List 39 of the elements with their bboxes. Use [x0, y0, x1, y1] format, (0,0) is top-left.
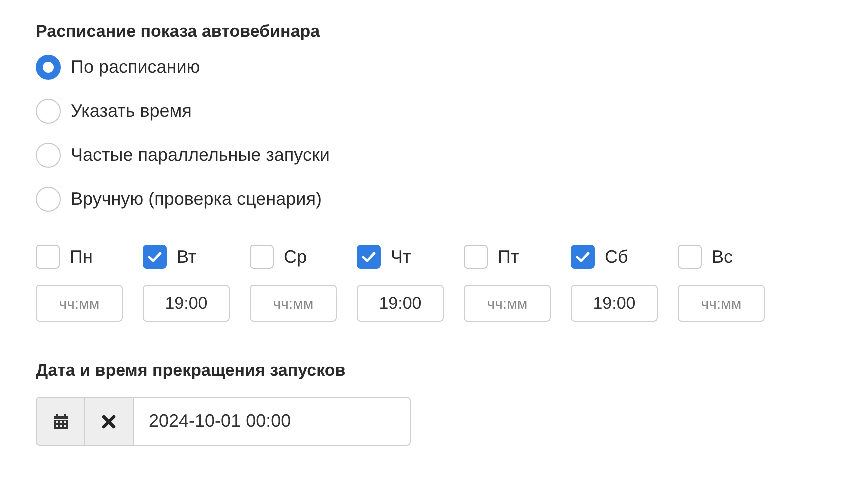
check-icon [576, 252, 590, 262]
option-label[interactable]: Указать время [71, 98, 192, 124]
checkbox[interactable] [464, 245, 488, 269]
radio-button[interactable] [36, 98, 61, 124]
day-label[interactable]: Чт [391, 244, 412, 270]
time-field[interactable]: чч:мм [678, 285, 765, 322]
radio-button[interactable] [36, 142, 61, 168]
day-label[interactable]: Ср [284, 244, 308, 270]
section-title: Дата и время прекращения запусков [36, 360, 346, 382]
radio-button[interactable] [36, 54, 61, 80]
time-field[interactable]: чч:мм [250, 285, 337, 322]
checkbox[interactable] [357, 245, 381, 269]
checkbox[interactable] [678, 245, 702, 269]
close-icon [102, 414, 116, 428]
option-label[interactable]: По расписанию [71, 54, 200, 80]
time-field[interactable]: 19:00 [143, 285, 230, 322]
time-field[interactable]: чч:мм [36, 285, 123, 322]
clear-button[interactable] [85, 397, 133, 446]
day-label[interactable]: Пн [70, 244, 93, 270]
day-label[interactable]: Вт [177, 244, 197, 270]
checkbox[interactable] [571, 245, 595, 269]
checkbox[interactable] [36, 245, 60, 269]
check-icon [148, 252, 162, 262]
calendar-icon [52, 413, 68, 430]
checkbox[interactable] [143, 245, 167, 269]
check-icon [362, 252, 376, 262]
date-time-field[interactable]: 2024-10-01 00:00 [133, 397, 411, 446]
day-label[interactable]: Вс [712, 244, 734, 270]
day-label[interactable]: Сб [605, 244, 628, 270]
calendar-button[interactable] [36, 397, 85, 446]
checkbox[interactable] [250, 245, 274, 269]
time-field[interactable]: чч:мм [464, 285, 551, 322]
day-label[interactable]: Пт [498, 244, 520, 270]
time-field[interactable]: 19:00 [571, 285, 658, 322]
option-label[interactable]: Вручную (проверка сценария) [71, 186, 322, 212]
section-title: Расписание показа автовебинара [36, 21, 320, 43]
time-field[interactable]: 19:00 [357, 285, 444, 322]
option-label[interactable]: Частые параллельные запуски [71, 142, 330, 168]
radio-button[interactable] [36, 186, 61, 212]
